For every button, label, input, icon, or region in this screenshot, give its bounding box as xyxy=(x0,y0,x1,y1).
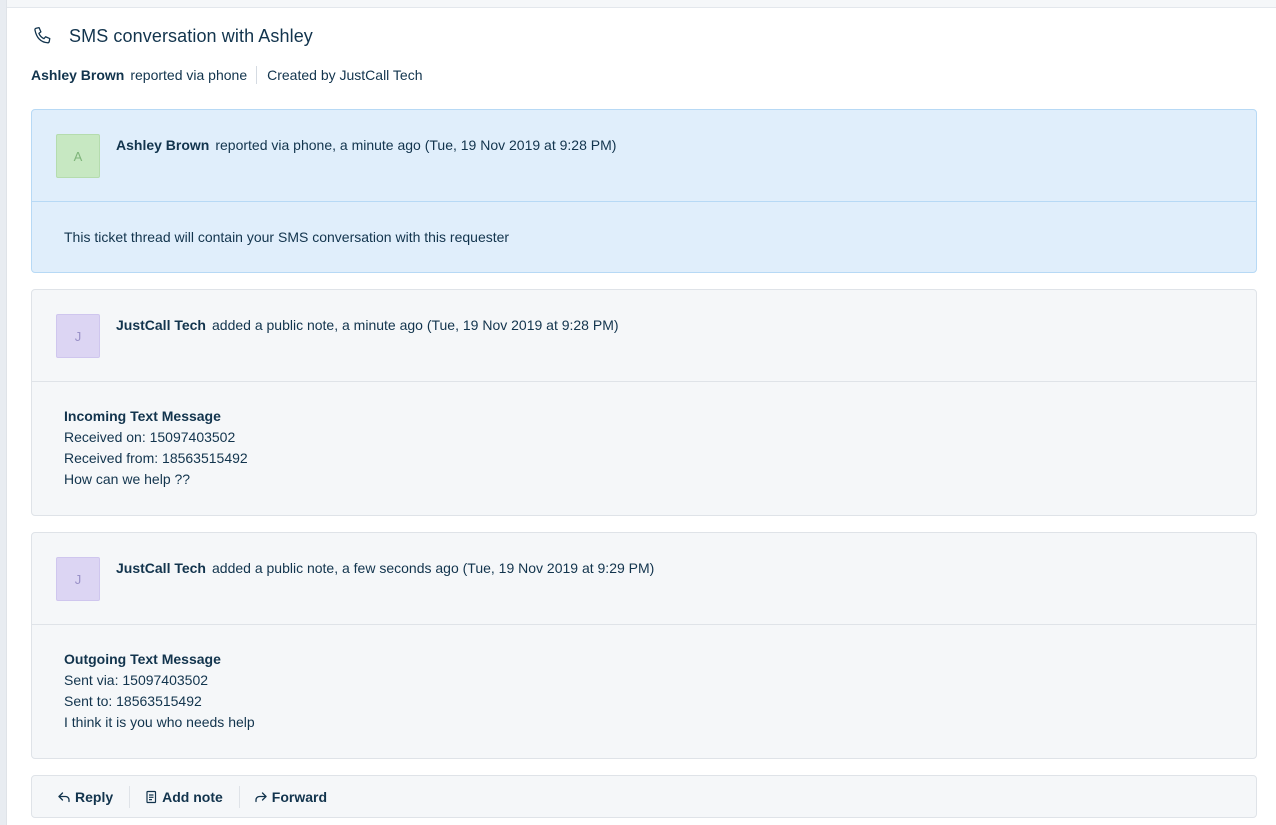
add-note-button[interactable]: Add note xyxy=(144,785,223,809)
message-line: I think it is you who needs help xyxy=(64,714,255,730)
message-line: Sent to: 18563515492 xyxy=(64,693,202,709)
add-note-label: Add note xyxy=(162,788,223,805)
conversation-action: added a public note, a few seconds ago (… xyxy=(212,560,655,576)
meta-divider xyxy=(256,66,258,84)
conversation-meta: Ashley Brown reported via phone, a minute… xyxy=(116,137,616,153)
conversation-action: reported via phone, a minute ago (Tue, 1… xyxy=(215,137,617,153)
forward-label: Forward xyxy=(271,788,328,805)
action-divider xyxy=(238,785,240,808)
conversation-body: Incoming Text Message Received on: 15097… xyxy=(32,382,1256,490)
author-name[interactable]: JustCall Tech xyxy=(116,317,206,333)
ticket-header: SMS conversation with Ashley xyxy=(31,22,313,50)
conversation-meta: JustCall Tech added a public note, a minu… xyxy=(116,317,619,333)
conversation-action: added a public note, a minute ago (Tue, … xyxy=(212,317,619,333)
conversation-header: A Ashley Brown reported via phone, a minu… xyxy=(32,110,1256,202)
author-name[interactable]: JustCall Tech xyxy=(116,560,206,576)
conversation-card: J JustCall Tech added a public note, a mi… xyxy=(31,289,1257,516)
conversation-body: Outgoing Text Message Sent via: 15097403… xyxy=(32,625,1256,733)
conversation-body: This ticket thread will contain your SMS… xyxy=(32,202,1256,248)
created-by: Created by JustCall Tech xyxy=(267,67,423,83)
top-strip xyxy=(7,0,1276,8)
message-line: Received from: 18563515492 xyxy=(64,450,248,466)
message-heading: Incoming Text Message xyxy=(64,408,221,424)
ticket-actions-bar: Reply Add note Forward xyxy=(31,775,1257,818)
action-divider xyxy=(129,785,131,808)
message-line: This ticket thread will contain your SMS… xyxy=(64,229,510,245)
requester-name[interactable]: Ashley Brown xyxy=(31,67,124,83)
page-title: SMS conversation with Ashley xyxy=(69,25,313,46)
conversation-card: J JustCall Tech added a public note, a fe… xyxy=(31,532,1257,759)
message-heading: Outgoing Text Message xyxy=(64,651,221,667)
message-line: Sent via: 15097403502 xyxy=(64,672,209,688)
conversation-meta: JustCall Tech added a public note, a few … xyxy=(116,560,654,576)
reply-button[interactable]: Reply xyxy=(57,785,113,809)
avatar: J xyxy=(56,314,100,358)
author-name[interactable]: Ashley Brown xyxy=(116,137,209,153)
reply-label: Reply xyxy=(75,788,114,805)
left-rail xyxy=(0,0,7,825)
avatar: A xyxy=(56,134,100,178)
phone-icon xyxy=(31,24,55,48)
ticket-source: reported via phone xyxy=(130,67,248,83)
conversation-card: A Ashley Brown reported via phone, a minu… xyxy=(31,109,1257,273)
reply-icon xyxy=(57,790,71,804)
message-line: Received on: 15097403502 xyxy=(64,429,236,445)
message-line: How can we help ?? xyxy=(64,471,191,487)
forward-icon xyxy=(254,790,268,804)
forward-button[interactable]: Forward xyxy=(254,785,327,809)
conversation-header: J JustCall Tech added a public note, a mi… xyxy=(32,290,1256,382)
note-icon xyxy=(144,790,158,804)
avatar: J xyxy=(56,557,100,601)
ticket-meta: Ashley Brown reported via phone Created … xyxy=(31,66,423,84)
conversation-header: J JustCall Tech added a public note, a fe… xyxy=(32,533,1256,625)
